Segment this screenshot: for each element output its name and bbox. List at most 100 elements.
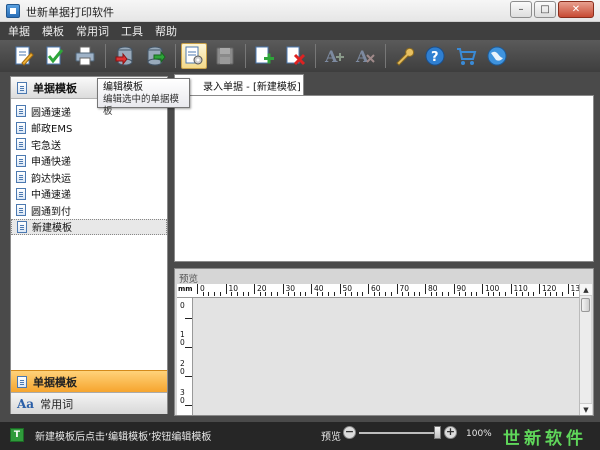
ruler-minor-tick [521,292,523,296]
ruler-tick [185,405,192,406]
ruler-minor-tick [561,292,563,296]
preview-scrollbar[interactable]: ▲ ▼ [579,284,592,415]
document-icon [17,220,27,233]
printer-icon [75,46,95,66]
ruler-tick [254,284,255,294]
scroll-down-arrow-icon[interactable]: ▼ [580,403,592,415]
menu-item-tools[interactable]: 工具 [121,23,143,39]
export-button[interactable] [142,43,168,69]
ruler-minor-tick [516,292,518,296]
zoom-slider-track[interactable] [359,432,441,434]
toolbar-separator [385,44,386,68]
template-item-label: 中通速递 [31,190,71,202]
ruler-tick-label: 1 0 [180,330,185,347]
status-bar: T 新建模板后点击‘编辑模板’按钮编辑模板 预览 − + 100% 世新软件 [0,422,600,450]
ruler-minor-tick [276,292,278,296]
document-icon [17,81,27,94]
tab-enter-document[interactable]: 录入单据 - [新建模板] [174,74,304,96]
window-controls: – □ ✕ [510,1,594,18]
close-button[interactable]: ✕ [558,1,594,18]
template-item[interactable]: 申通快递 [11,153,167,170]
ruler-tick [453,284,455,294]
ruler-minor-tick [493,292,495,296]
menu-item-template[interactable]: 模板 [42,23,64,39]
ruler-minor-tick [436,292,438,296]
horizontal-ruler: mm 0102030405060708090100110120130 [177,284,579,298]
ruler-minor-tick [413,292,415,296]
import-button[interactable] [111,43,137,69]
menu-item-help[interactable]: 帮助 [155,23,177,39]
preview-title: 预览 [179,274,199,285]
new-document-button[interactable] [10,43,36,69]
remove-common-word-button[interactable]: A [352,43,378,69]
nav-tab-common-words[interactable]: Aa 常用词 [11,392,167,414]
ruler-minor-tick [550,292,552,296]
ruler-minor-tick [322,292,324,296]
template-list: 圆通速递 邮政EMS 宅急送 申通快递 韵达快运 中通速递 圆通到付 新建模板 [11,99,167,235]
template-item[interactable]: 宅急送 [11,136,167,153]
website-button[interactable] [484,43,510,69]
zoom-slider-thumb[interactable] [434,426,441,439]
purchase-button[interactable] [453,43,479,69]
document-edit-area[interactable] [174,95,594,262]
ruler-tick [197,284,198,294]
maximize-button[interactable]: □ [534,1,556,18]
save-icon [216,47,234,65]
ruler-tick [368,284,369,294]
document-icon [17,375,27,388]
menu-item-common-words[interactable]: 常用词 [76,23,109,39]
ruler-minor-tick [214,292,216,296]
template-item-selected[interactable]: 新建模板 [11,218,167,235]
template-item-label: 圆通速递 [31,107,71,119]
svg-text:A: A [355,47,369,66]
check-doc-icon [46,46,64,65]
ruler-minor-tick [390,292,392,296]
brand-logo: 世新软件 [503,429,587,449]
tooltip: 编辑模板 编辑选中的单据模板 [97,78,190,117]
ruler-minor-tick [487,292,489,296]
scroll-up-arrow-icon[interactable]: ▲ [580,284,592,296]
edit-template-button[interactable] [181,43,207,69]
document-icon [16,154,26,167]
ruler-minor-tick [265,292,267,296]
preview-panel: 预览 mm 0102030405060708090100110120130 0 1… [174,268,594,416]
help-button[interactable]: ? [422,43,448,69]
toolbar-separator [105,44,106,68]
template-item[interactable]: 中通速递 [11,186,167,203]
document-icon [16,204,26,217]
ruler-tick [567,284,569,294]
ruler-tick-label: 3 0 [180,388,185,405]
minimize-button[interactable]: – [510,1,532,18]
add-common-word-button[interactable]: A [321,43,347,69]
window-title: 世新单据打印软件 [26,6,114,19]
menu-item-document[interactable]: 单据 [8,23,30,39]
edit-template-icon [185,46,203,65]
ruler-minor-tick [316,292,318,296]
confirm-document-button[interactable] [41,43,67,69]
zoom-out-button[interactable]: − [343,426,356,439]
ruler-minor-tick [442,292,444,296]
new-template-button[interactable] [251,43,277,69]
settings-button[interactable] [391,43,417,69]
scrollbar-thumb[interactable] [581,298,590,312]
ruler-unit: mm [178,285,193,293]
template-item[interactable]: 圆通到付 [11,202,167,219]
vertical-ruler: 0 1 0 2 0 3 0 [177,298,193,415]
tooltip-description: 编辑选中的单据模板 [103,94,180,117]
cart-icon [457,48,477,65]
ruler-tick [539,284,540,294]
status-message: 新建模板后点击‘编辑模板’按钮编辑模板 [35,432,212,443]
ruler-minor-tick [499,292,501,296]
preview-canvas[interactable] [193,298,579,415]
template-item[interactable]: 邮政EMS [11,120,167,137]
print-button[interactable] [72,43,98,69]
zoom-in-button[interactable]: + [444,426,457,439]
zoom-value: 100% [466,429,492,439]
app-logo-icon [6,4,20,18]
save-template-button[interactable] [212,43,238,69]
ruler-tick [482,284,483,294]
nav-tab-templates[interactable]: 单据模板 [11,370,167,392]
delete-template-button[interactable] [282,43,308,69]
toolbar-separator [315,44,316,68]
template-item[interactable]: 韵达快运 [11,169,167,186]
